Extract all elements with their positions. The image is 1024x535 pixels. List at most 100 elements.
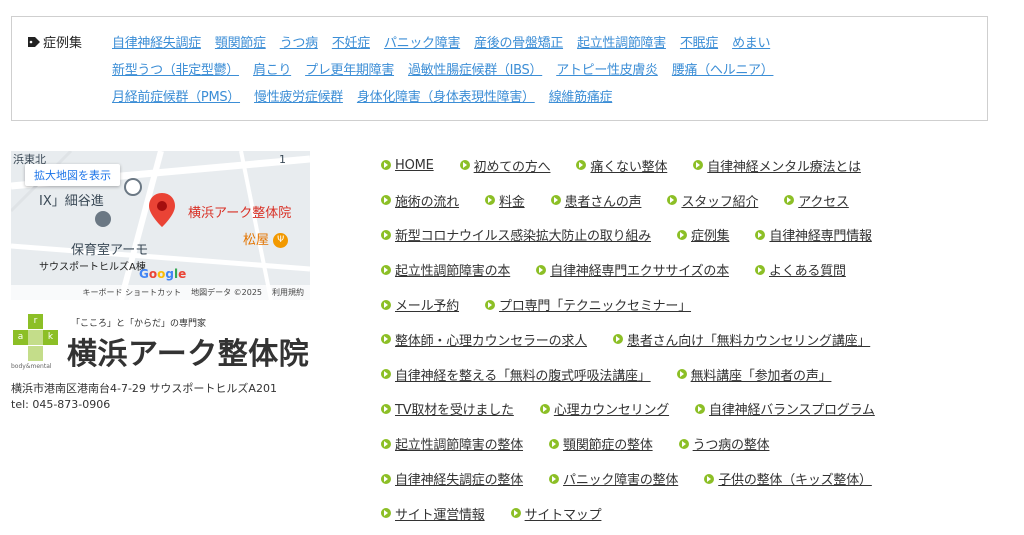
arrow-circle-icon [459,160,470,171]
nav-link-label: スタッフ紹介 [681,194,759,210]
keyboard-shortcuts-link[interactable]: キーボード ショートカット [83,287,182,298]
enlarge-map-button[interactable]: 拡大地図を表示 [25,164,120,186]
case-link[interactable]: 肩こり [253,59,291,78]
nav-link[interactable]: 施術の流れ [381,191,459,210]
nav-link[interactable]: 子供の整体（キッズ整体） [704,469,872,488]
nav-link-label: サイト運営情報 [395,507,485,523]
nav-link-label: うつ病の整体 [692,438,770,454]
terms-link[interactable]: 利用規約 [272,287,304,298]
nav-row: 起立性調節障害の整体 顎関節症の整体 うつ病の整体 [381,426,1001,461]
nav-link-label: 自律神経バランスプログラム [709,403,875,419]
nav-link[interactable]: 自律神経メンタル療法とは [693,156,861,175]
arrow-circle-icon [549,473,560,484]
nav-link[interactable]: スタッフ紹介 [667,191,758,210]
nav-link[interactable]: 自律神経失調症の整体 [381,469,523,488]
arrow-circle-icon [755,264,766,275]
nav-row: サイト運営情報 サイトマップ [381,496,1001,531]
arrow-circle-icon [381,195,391,206]
nav-link[interactable]: 起立性調節障害の整体 [381,434,523,453]
google-map[interactable]: 浜東北 1 拡大地図を表示 IX」細谷進 横浜アーク整体院 松屋 Ψ 保育室アー… [11,151,310,300]
case-link[interactable]: 顎関節症 [215,32,266,51]
arrow-circle-icon [704,473,715,484]
nav-link[interactable]: HOME [381,158,434,173]
arrow-circle-icon [381,229,391,240]
clinic-address: 横浜市港南区港南台4-7-29 サウスポートヒルズA201 tel: 045-8… [11,381,277,413]
nav-link[interactable]: 心理カウンセリング [539,399,670,419]
nav-link[interactable]: 痛くない整体 [576,156,667,175]
logo-mark: r a k body&mental [11,312,61,370]
case-link[interactable]: 起立性調節障害 [577,32,666,51]
nav-link[interactable]: 新型コロナウイルス感染拡大防止の取り組み [381,225,651,244]
case-link[interactable]: 慢性疲労症候群 [254,86,343,105]
case-link[interactable]: 過敏性腸症候群（IBS） [408,59,542,78]
nav-link[interactable]: うつ病の整体 [678,434,770,454]
arrow-circle-icon [550,195,561,206]
nav-row: 自律神経失調症の整体 パニック障害の整体 子供の整体（キッズ整体） [381,461,1001,496]
case-link[interactable]: 身体化障害（身体表現性障害） [357,86,535,105]
arrow-circle-icon [485,299,496,310]
logo-square-blank [28,330,43,345]
logo-subtext: body&mental [11,363,52,370]
case-link[interactable]: うつ病 [280,32,318,51]
nav-link[interactable]: 起立性調節障害の本 [381,260,510,279]
nav-link[interactable]: 整体師・心理カウンセラーの求人 [381,330,587,349]
phone-number[interactable]: tel: 045-873-0906 [11,397,277,413]
address-line: 横浜市港南区港南台4-7-29 サウスポートヒルズA201 [11,382,277,395]
arrow-circle-icon [677,229,688,240]
case-link[interactable]: アトピー性皮膚炎 [556,59,658,78]
nav-link[interactable]: 料金 [485,191,525,210]
arrow-circle-icon [667,195,678,206]
nav-link-label: パニック障害の整体 [563,473,679,489]
map-place-label[interactable]: 横浜アーク整体院 [188,202,291,221]
case-row: 自律神経失調症 顎関節症 うつ病 不妊症 パニック障害 産後の骨盤矯正 起立性調節障害 不眠症… [112,32,787,59]
nav-link[interactable]: プロ専門「テクニックセミナー」 [485,295,691,314]
arrow-circle-icon [381,438,391,449]
nav-link-label: よくある質問 [769,264,846,280]
nav-link[interactable]: 自律神経専門情報 [755,225,872,244]
nav-link-label: 新型コロナウイルス感染拡大防止の取り組み [395,229,652,245]
case-link[interactable]: パニック障害 [384,32,461,51]
case-row: 月経前症候群（PMS） 慢性疲労症候群 身体化障害（身体表現性障害） 線維筋痛症 [112,86,787,113]
nav-link-label: 痛くない整体 [590,159,668,175]
nav-row: HOME 初めての方へ 痛くない整体 自律神経メンタル療法とは [381,148,1001,183]
nav-link[interactable]: アクセス [784,191,849,210]
nav-link[interactable]: TV取材を受けました [381,399,514,418]
nav-link-label: メール予約 [395,299,460,315]
arrow-circle-icon [381,473,391,484]
case-link[interactable]: プレ更年期障害 [305,59,394,78]
nav-link[interactable]: パニック障害の整体 [549,469,678,488]
case-link[interactable]: 線維筋痛症 [549,86,613,105]
nav-link[interactable]: 患者さん向け「無料カウンセリング講座」 [613,330,870,349]
nav-link[interactable]: サイトマップ [510,504,602,523]
map-label-number: 1 [279,153,286,166]
case-link[interactable]: 不眠症 [680,32,718,51]
nav-link[interactable]: 患者さんの声 [550,191,642,210]
nav-link[interactable]: よくある質問 [755,260,846,279]
case-link[interactable]: 産後の骨盤矯正 [474,32,563,51]
case-link[interactable]: 自律神経失調症 [112,32,201,51]
nav-link[interactable]: 症例集 [677,225,730,244]
nav-link[interactable]: 自律神経を整える「無料の腹式呼吸法講座」 [381,365,651,384]
map-pin-icon[interactable] [149,193,175,227]
nav-link-label: 患者さんの声 [564,194,642,210]
nav-link[interactable]: サイト運営情報 [381,504,485,523]
nav-link[interactable]: 自律神経バランスプログラム [695,399,875,418]
clinic-logo[interactable]: r a k body&mental 「こころ」と「からだ」の専門家 横浜アーク整… [11,312,311,372]
nav-link[interactable]: 初めての方へ [459,156,551,175]
nav-link[interactable]: 自律神経専門エクササイズの本 [536,260,729,279]
nav-link[interactable]: 無料講座「参加者の声」 [676,365,832,384]
case-link[interactable]: 不妊症 [332,32,370,51]
nav-link-label: 初めての方へ [473,159,551,175]
nav-link-label: プロ専門「テクニックセミナー」 [499,299,692,315]
nav-link[interactable]: 顎関節症の整体 [549,434,653,453]
case-link[interactable]: 腰痛（ヘルニア） [672,59,774,78]
case-link[interactable]: めまい [732,32,770,51]
case-link[interactable]: 新型うつ（非定型鬱） [112,59,239,78]
symptom-cases-box: 症例集 自律神経失調症 顎関節症 うつ病 不妊症 パニック障害 産後の骨盤矯正 起立性調節障… [11,16,988,121]
nav-link-label: 整体師・心理カウンセラーの求人 [395,333,588,349]
nav-link-label: 心理カウンセリング [553,403,670,419]
nav-row: 新型コロナウイルス感染拡大防止の取り組み 症例集 自律神経専門情報 [381,218,1001,253]
nav-link[interactable]: メール予約 [381,295,459,314]
case-link[interactable]: 月経前症候群（PMS） [112,86,240,105]
arrow-circle-icon [381,334,391,345]
